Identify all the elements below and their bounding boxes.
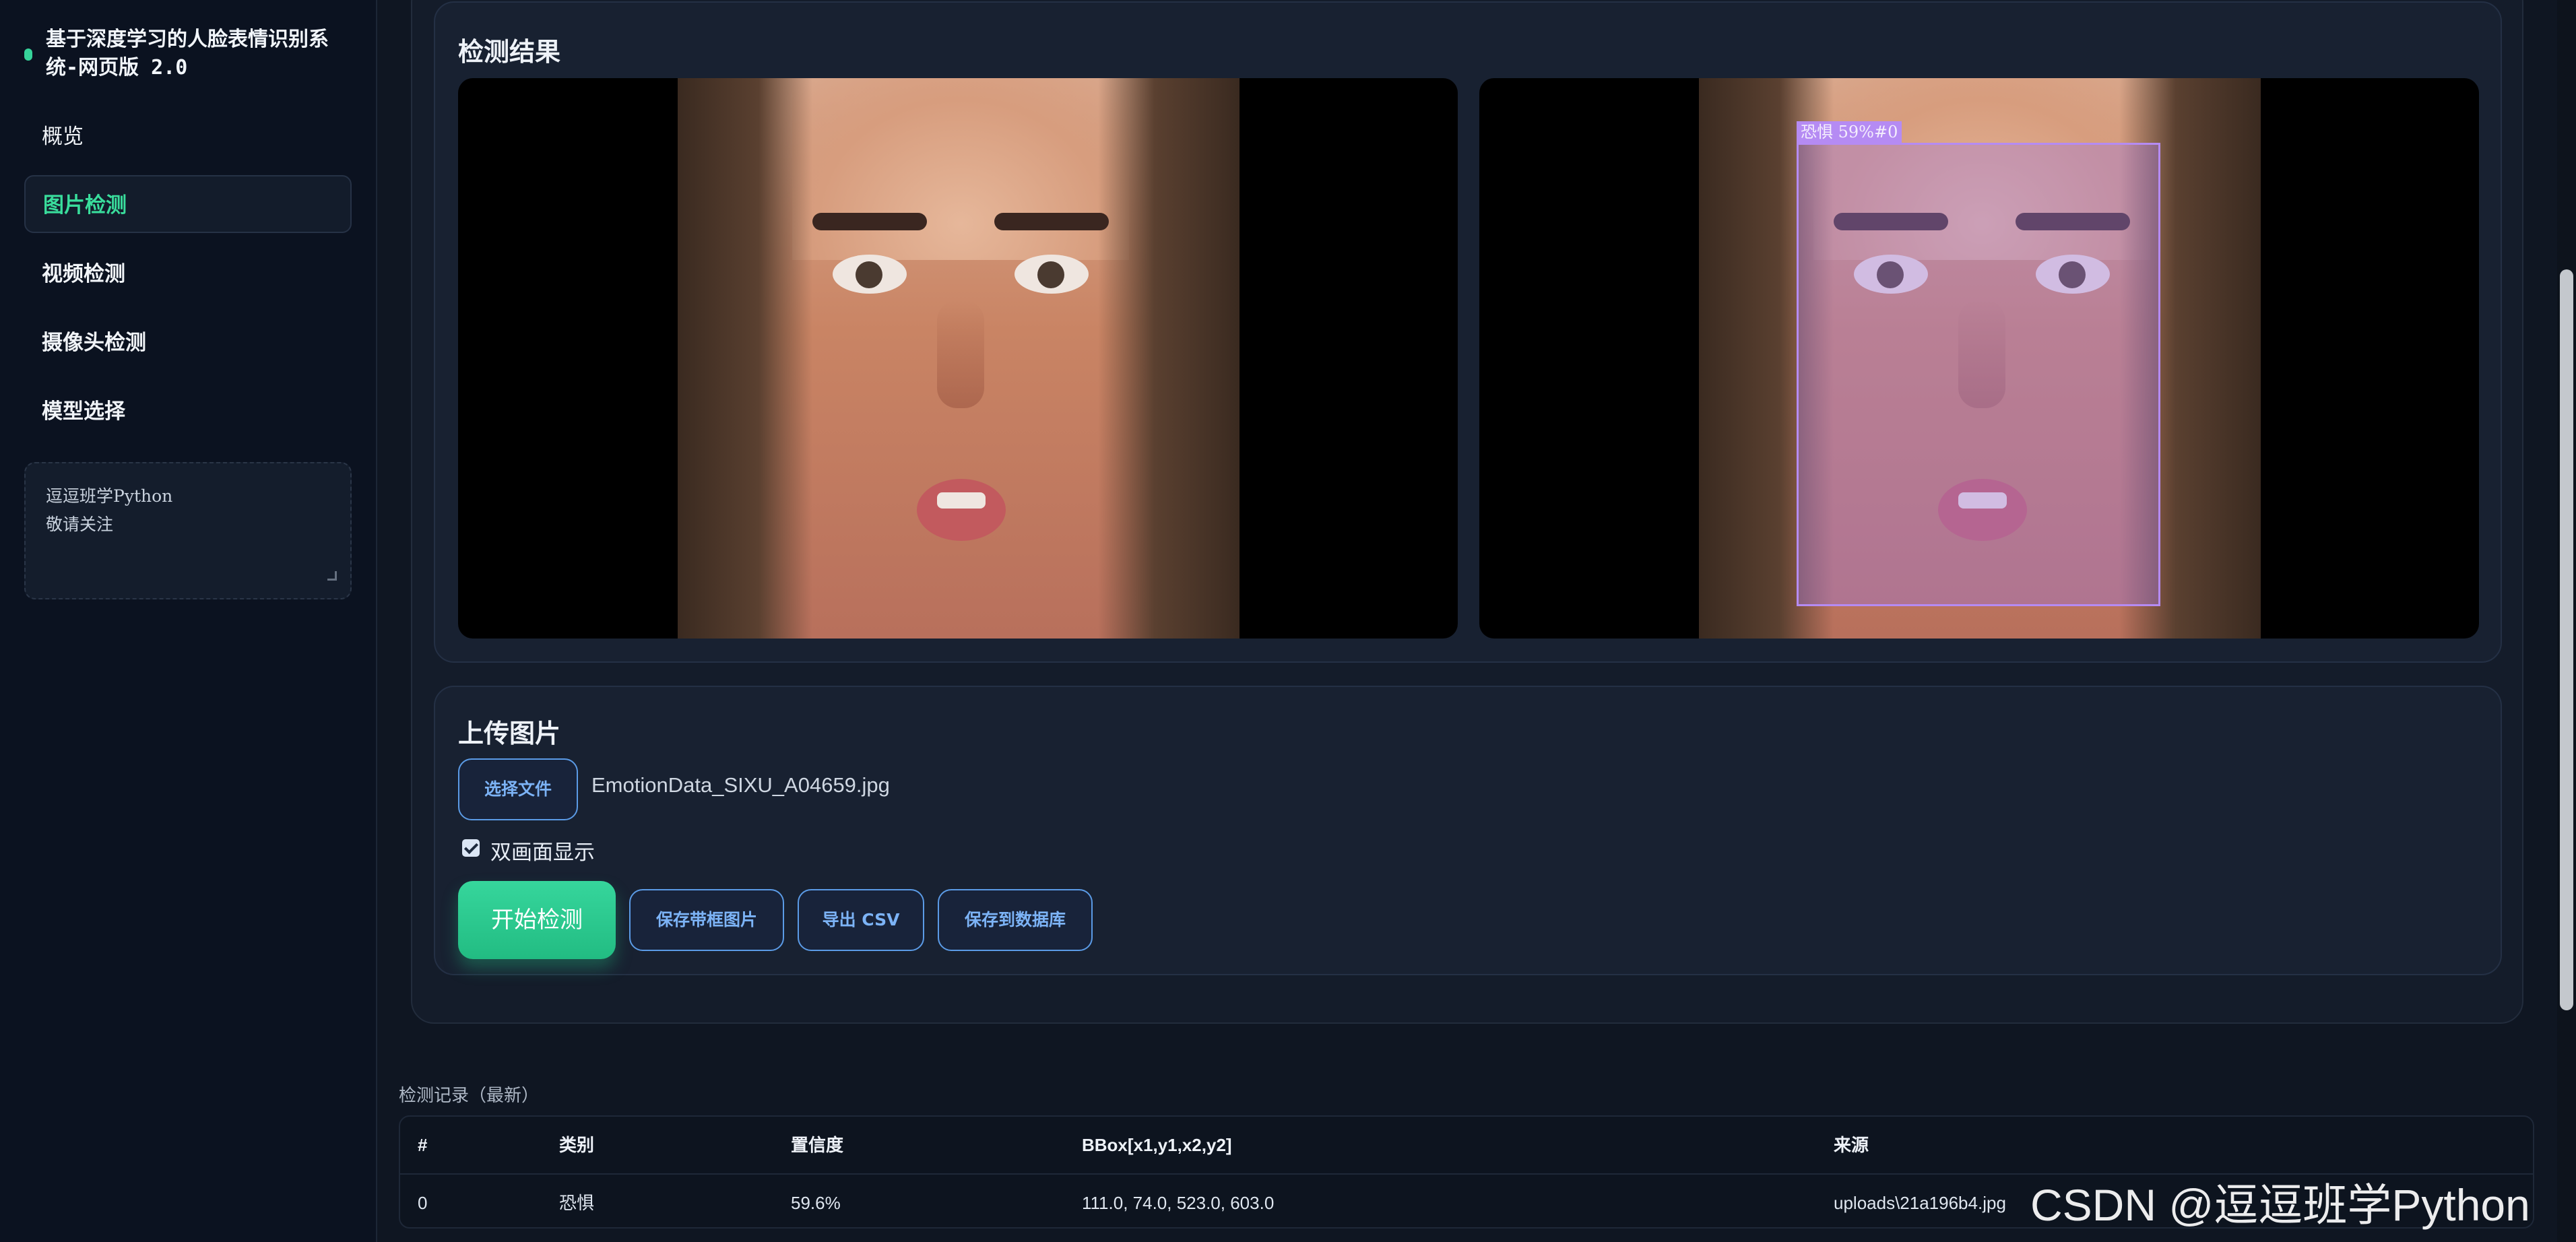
sidebar-item-camera-detection[interactable]: 摄像头检测 bbox=[24, 314, 352, 372]
sidebar-item-image-detection[interactable]: 图片检测 bbox=[24, 175, 352, 233]
file-name: EmotionData_SIXU_A04659.jpg bbox=[591, 773, 890, 797]
cell-class: 恐惧 bbox=[559, 1193, 595, 1213]
results-card: 检测结果 恐惧 59%#0 bbox=[434, 1, 2502, 663]
notes-textarea[interactable] bbox=[26, 463, 350, 598]
cell-confidence: 59.6% bbox=[791, 1193, 841, 1213]
detection-bbox bbox=[1797, 143, 2160, 606]
brow-right bbox=[994, 213, 1109, 230]
scrollbar-thumb[interactable] bbox=[2560, 269, 2573, 1010]
cell-bbox: 111.0, 74.0, 523.0, 603.0 bbox=[1082, 1193, 1275, 1213]
cell-index: 0 bbox=[418, 1193, 428, 1213]
dual-view-label: 双画面显示 bbox=[490, 841, 595, 865]
original-face-image bbox=[678, 78, 1239, 639]
mouth bbox=[917, 479, 1006, 541]
cell-source: uploads\21a196b4.jpg bbox=[1834, 1193, 2006, 1213]
upload-title: 上传图片 bbox=[458, 719, 561, 748]
result-image-panel: 恐惧 59%#0 bbox=[1479, 78, 2479, 639]
watermark: CSDN @逗逗班学Python bbox=[2030, 1180, 2530, 1230]
column-header: 置信度 bbox=[791, 1135, 844, 1155]
sidebar-item-model-selection[interactable]: 模型选择 bbox=[24, 383, 352, 440]
column-header: 类别 bbox=[559, 1135, 595, 1155]
resize-grip-icon[interactable] bbox=[327, 571, 337, 581]
main-panel: 检测结果 恐惧 59%#0 上传图片 选择文件 EmotionData_SIXU… bbox=[411, 0, 2523, 1024]
eye-right bbox=[1015, 255, 1089, 294]
status-dot bbox=[24, 48, 32, 61]
notes-box bbox=[24, 462, 352, 599]
export-csv-button[interactable]: 导出 CSV bbox=[798, 889, 924, 951]
nose bbox=[937, 300, 984, 408]
sidebar-item-video-detection[interactable]: 视频检测 bbox=[24, 245, 352, 303]
app-title: 基于深度学习的人脸表情识别系统-网页版 2.0 bbox=[46, 28, 329, 79]
sidebar-item-overview[interactable]: 概览 bbox=[24, 108, 352, 166]
detection-label: 恐惧 59%#0 bbox=[1797, 121, 1902, 143]
column-header: # bbox=[418, 1135, 428, 1155]
eye-left bbox=[833, 255, 907, 294]
history-title: 检测记录（最新） bbox=[399, 1086, 540, 1106]
result-face-image: 恐惧 59%#0 bbox=[1699, 78, 2261, 639]
dual-view-checkbox[interactable] bbox=[462, 839, 480, 857]
save-to-database-button[interactable]: 保存到数据库 bbox=[938, 889, 1093, 951]
column-header: 来源 bbox=[1834, 1135, 1869, 1155]
column-header: BBox[x1,y1,x2,y2] bbox=[1082, 1135, 1232, 1155]
original-image-panel bbox=[458, 78, 1458, 639]
results-title: 检测结果 bbox=[458, 37, 561, 67]
hair-left bbox=[678, 78, 812, 639]
forehead-shade bbox=[792, 78, 1129, 260]
choose-file-button[interactable]: 选择文件 bbox=[458, 758, 578, 820]
hair-right bbox=[1098, 78, 1239, 639]
upload-card: 上传图片 选择文件 EmotionData_SIXU_A04659.jpg 双画… bbox=[434, 686, 2502, 975]
sidebar: 基于深度学习的人脸表情识别系统-网页版 2.0 概览 图片检测 视频检测 摄像头… bbox=[0, 0, 377, 1242]
save-boxed-image-button[interactable]: 保存带框图片 bbox=[629, 889, 784, 951]
start-detection-button[interactable]: 开始检测 bbox=[458, 881, 616, 959]
table-header-row: # 类别 置信度 BBox[x1,y1,x2,y2] 来源 bbox=[400, 1117, 2533, 1173]
brow-left bbox=[812, 213, 927, 230]
